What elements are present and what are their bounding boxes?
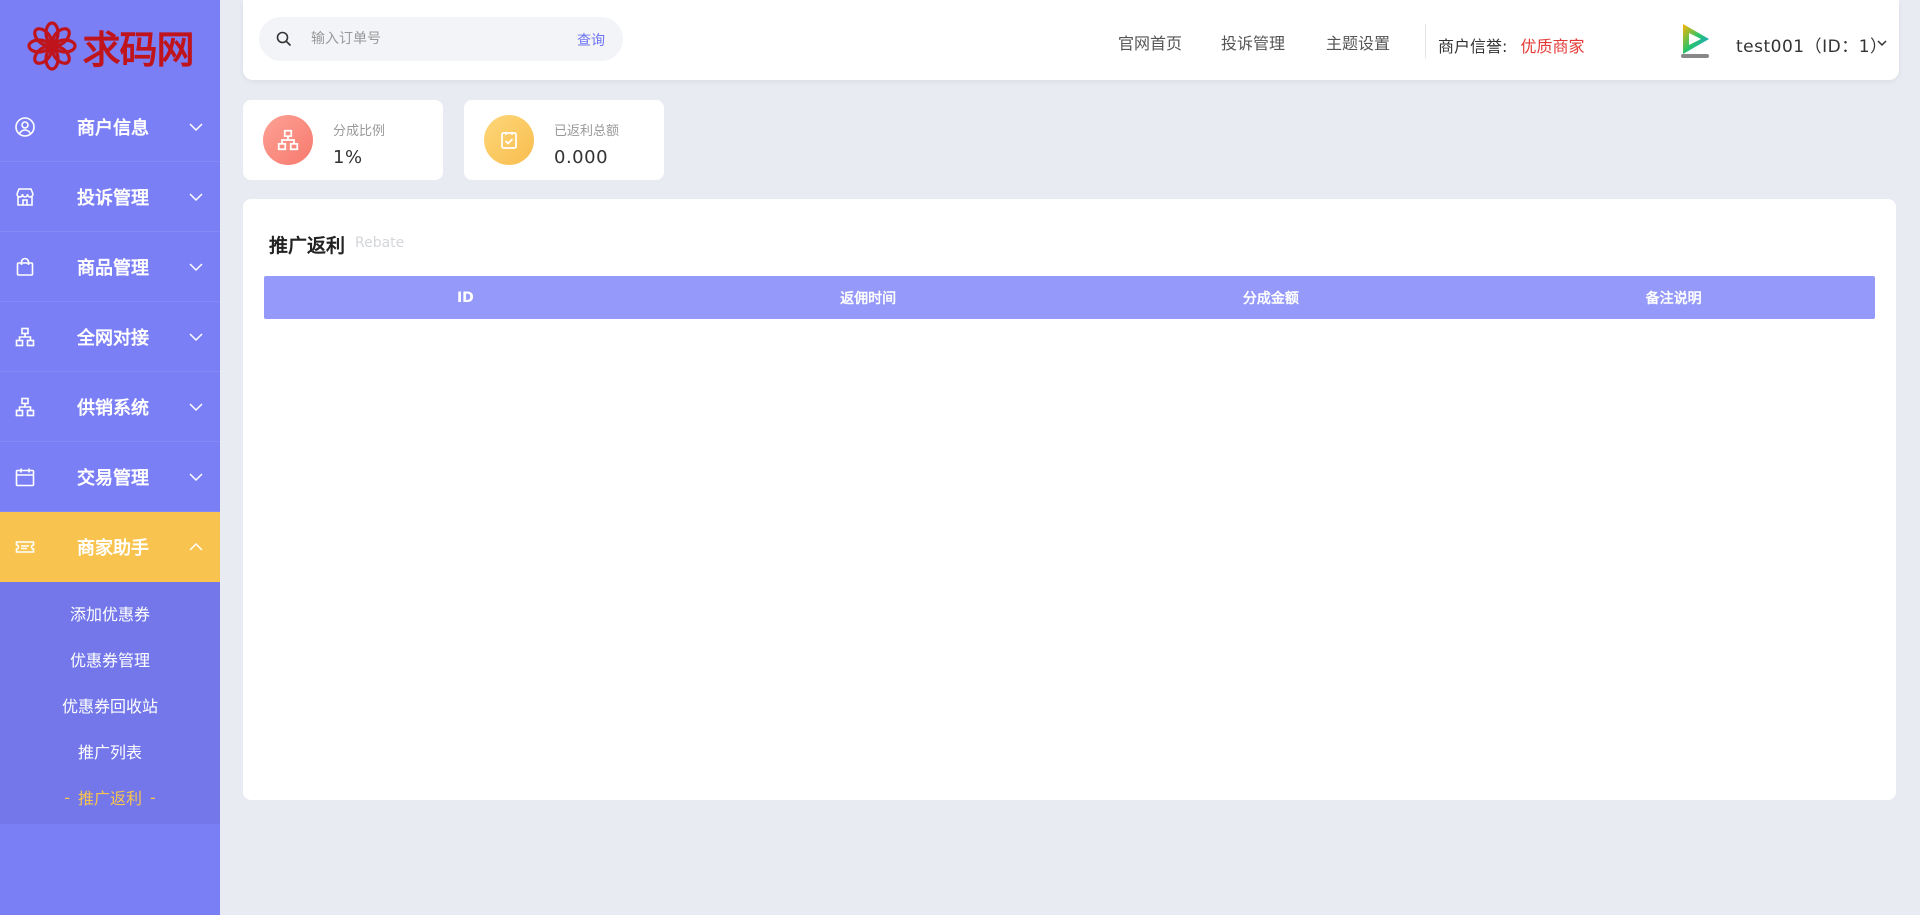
submenu-item-coupon-recycle-bin[interactable]: 优惠券回收站	[0, 682, 220, 728]
page-subtitle: Rebate	[355, 235, 405, 251]
sidebar-item-complaints[interactable]: 投诉管理	[0, 162, 220, 232]
nav-complaints[interactable]: 投诉管理	[1221, 30, 1285, 54]
shopping-bag-icon	[16, 257, 34, 276]
order-search: 查询	[259, 17, 623, 61]
table-header: ID 返佣时间 分成金额 备注说明	[264, 276, 1875, 319]
sidebar-item-label: 商家助手	[77, 538, 149, 559]
sidebar-item-label: 商品管理	[77, 257, 149, 279]
stat-card-total-rebate: 已返利总额 0.000	[464, 100, 664, 180]
credit-label: 商户信誉:	[1438, 37, 1508, 56]
sidebar-item-merchant-assistant[interactable]: 商家助手	[0, 512, 220, 582]
chevron-up-icon	[189, 542, 203, 551]
submenu-item-promotion-rebate[interactable]: - 推广返利 -	[0, 774, 220, 820]
calendar-icon	[15, 468, 35, 487]
column-header-remarks[interactable]: 备注说明	[1472, 276, 1875, 319]
chevron-down-icon	[189, 123, 203, 132]
stat-label: 分成比例	[333, 124, 386, 139]
submenu-merchant-assistant: 添加优惠券 优惠券管理 优惠券回收站 推广列表 - 推广返利 -	[0, 582, 220, 824]
sidebar-item-label: 全网对接	[77, 327, 149, 349]
logo-text: 求码网	[82, 26, 194, 72]
ticket-icon	[15, 541, 35, 553]
sidebar-item-network-dock[interactable]: 全网对接	[0, 302, 220, 372]
sidebar-item-products[interactable]: 商品管理	[0, 232, 220, 302]
stat-icon-circle	[484, 115, 534, 165]
sidebar: 求码网 商户信息 投诉管理 商品管理 全网对接 供销系统 交易管理 商家助手 添…	[0, 0, 220, 915]
sidebar-item-label: 投诉管理	[77, 187, 149, 209]
search-icon	[276, 31, 292, 47]
current-marker: -	[64, 787, 70, 807]
credit-value: 优质商家	[1520, 37, 1585, 56]
submenu-item-promotion-list[interactable]: 推广列表	[0, 728, 220, 774]
search-button[interactable]: 查询	[577, 30, 605, 50]
sidebar-item-transactions[interactable]: 交易管理	[0, 442, 220, 512]
current-marker: -	[150, 787, 156, 807]
sitemap-icon	[15, 327, 35, 347]
chevron-down-icon	[189, 193, 203, 202]
user-menu[interactable]: test001（ID：1）	[1736, 32, 1888, 57]
stat-label: 已返利总额	[554, 124, 620, 139]
chevron-down-icon	[189, 263, 203, 272]
rebate-panel: 推广返利 Rebate ID 返佣时间 分成金额 备注说明	[243, 199, 1896, 800]
chevron-down-icon[interactable]	[1876, 37, 1888, 49]
store-icon	[16, 188, 34, 206]
chevron-down-icon	[189, 473, 203, 482]
avatar[interactable]	[1675, 20, 1715, 60]
sitemap-icon	[15, 397, 35, 417]
page-title: 推广返利	[269, 235, 346, 257]
sidebar-item-label: 商户信息	[77, 117, 149, 139]
clipboard-check-icon	[501, 132, 517, 149]
stat-card-share-ratio: 分成比例 1%	[243, 100, 443, 180]
stat-icon-circle	[263, 115, 313, 165]
sidebar-item-merchant-info[interactable]: 商户信息	[0, 92, 220, 162]
merchant-credit: 商户信誉: 优质商家	[1438, 33, 1585, 57]
top-header: 查询 官网首页 投诉管理 主题设置 商户信誉: 优质商家 test001（ID：…	[243, 0, 1899, 80]
user-circle-icon	[15, 117, 35, 137]
submenu-item-coupon-management[interactable]: 优惠券管理	[0, 636, 220, 682]
logo[interactable]: 求码网	[0, 0, 220, 92]
stat-value: 0.000	[554, 147, 609, 168]
chevron-down-icon	[189, 333, 203, 342]
column-header-share-amount[interactable]: 分成金额	[1070, 276, 1473, 319]
submenu-item-add-coupon[interactable]: 添加优惠券	[0, 590, 220, 636]
header-divider	[1425, 24, 1426, 58]
sitemap-icon	[277, 129, 299, 151]
column-header-rebate-time[interactable]: 返佣时间	[667, 276, 1070, 319]
sidebar-item-supply-system[interactable]: 供销系统	[0, 372, 220, 442]
stat-value: 1%	[333, 147, 363, 168]
column-header-id[interactable]: ID	[264, 276, 667, 319]
order-number-input[interactable]	[311, 17, 531, 61]
nav-home[interactable]: 官网首页	[1118, 30, 1182, 54]
sidebar-item-label: 交易管理	[77, 467, 149, 489]
logo-flower-icon	[27, 21, 78, 71]
nav-theme-settings[interactable]: 主题设置	[1326, 30, 1390, 54]
chevron-down-icon	[189, 403, 203, 412]
sidebar-item-label: 供销系统	[77, 397, 149, 419]
